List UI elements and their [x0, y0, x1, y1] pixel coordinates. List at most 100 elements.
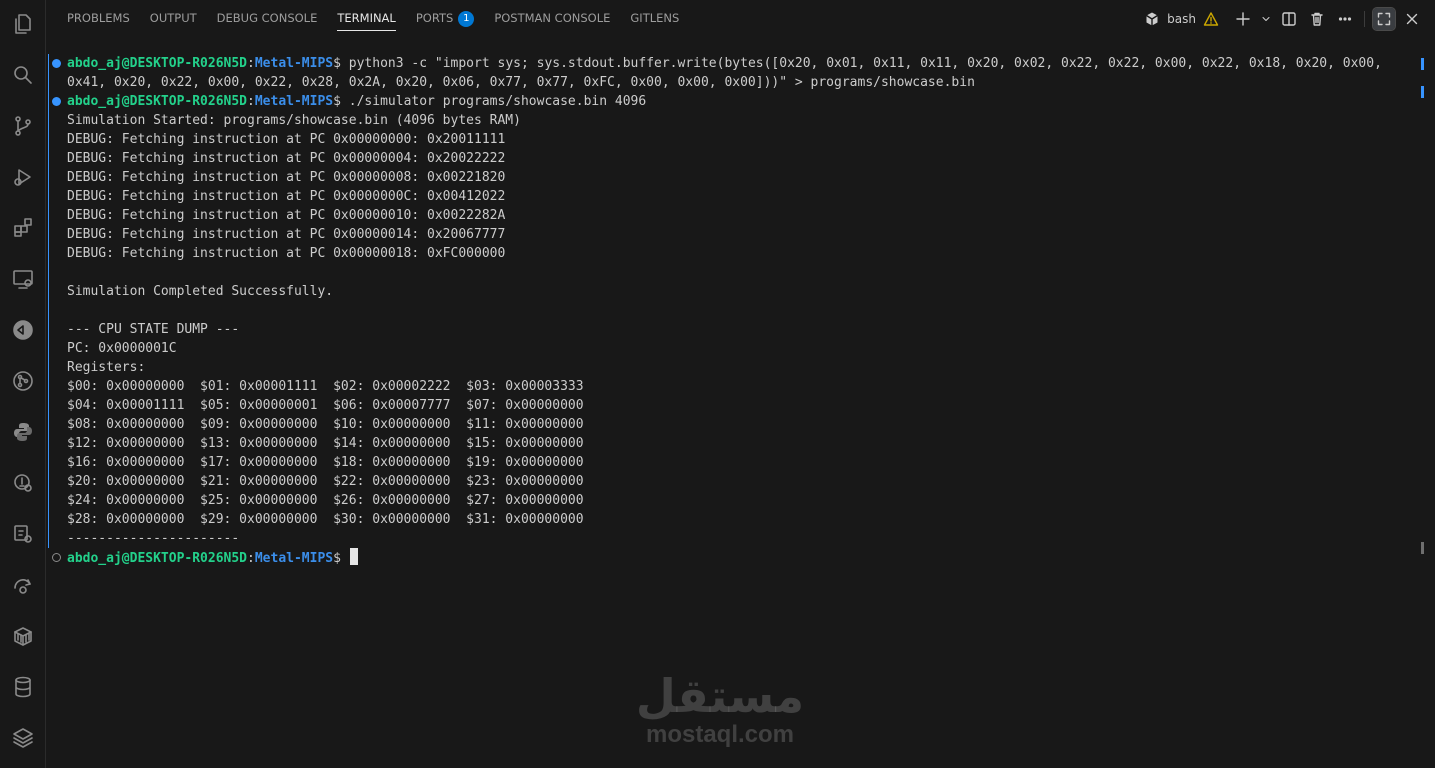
- more-actions-icon[interactable]: [1334, 8, 1356, 30]
- output-line: --- CPU STATE DUMP ---: [67, 322, 240, 337]
- tab-label: PORTS: [415, 11, 454, 25]
- output-line: DEBUG: Fetching instruction at PC 0x0000…: [67, 189, 506, 204]
- git-graph-icon[interactable]: [7, 365, 39, 397]
- tab-problems[interactable]: PROBLEMS: [67, 0, 130, 37]
- scroll-marker: [1421, 58, 1424, 70]
- command-text: ./simulator programs/showcase.bin 4096: [340, 94, 647, 109]
- warning-icon[interactable]: [1200, 8, 1222, 30]
- layers-icon[interactable]: [7, 722, 39, 754]
- tab-label: POSTMAN CONSOLE: [494, 11, 611, 25]
- tab-gitlens[interactable]: GITLENS: [630, 0, 679, 37]
- chevron-down-icon[interactable]: [1260, 8, 1272, 30]
- output-line: DEBUG: Fetching instruction at PC 0x0000…: [67, 227, 506, 242]
- prompt-separator: :: [247, 551, 255, 566]
- prompt-user: abdo_aj@DESKTOP-R026N5D: [67, 94, 248, 109]
- header-separator: [1364, 10, 1365, 27]
- edge-devtools-icon[interactable]: [7, 314, 39, 346]
- output-line: $24: 0x00000000 $25: 0x00000000 $26: 0x0…: [67, 493, 584, 508]
- output-line: $04: 0x00001111 $05: 0x00000001 $06: 0x0…: [67, 398, 584, 413]
- extensions-icon[interactable]: [7, 212, 39, 244]
- close-panel-icon[interactable]: [1401, 8, 1423, 30]
- terminal-prompt-line[interactable]: abdo_aj@DESKTOP-R026N5D:Metal-MIPS$: [47, 548, 1419, 567]
- output-line: $12: 0x00000000 $13: 0x00000000 $14: 0x0…: [67, 436, 584, 451]
- remote-explorer-icon[interactable]: [7, 263, 39, 295]
- prompt-separator: :: [247, 56, 255, 71]
- split-terminal-icon[interactable]: [1278, 8, 1300, 30]
- tab-label: DEBUG CONSOLE: [216, 11, 318, 25]
- prompt-separator: :: [247, 94, 255, 109]
- command-success-decoration[interactable]: [52, 59, 61, 68]
- command-success-decoration[interactable]: [52, 97, 61, 106]
- output-line: $28: 0x00000000 $29: 0x00000000 $30: 0x0…: [67, 512, 584, 527]
- command-text-continued: 0x41, 0x20, 0x22, 0x00, 0x22, 0x28, 0x2A…: [67, 75, 975, 90]
- terminal-line: 0x41, 0x20, 0x22, 0x00, 0x22, 0x28, 0x2A…: [47, 73, 1419, 92]
- command-block: abdo_aj@DESKTOP-R026N5D:Metal-MIPS$ pyth…: [47, 54, 1419, 92]
- tab-output[interactable]: OUTPUT: [150, 0, 197, 37]
- search-icon[interactable]: [7, 59, 39, 91]
- output-line: $20: 0x00000000 $21: 0x00000000 $22: 0x0…: [67, 474, 584, 489]
- activity-bar: [0, 0, 46, 768]
- terminal-line: abdo_aj@DESKTOP-R026N5D:Metal-MIPS$ ./si…: [47, 92, 1419, 111]
- tab-postman-console[interactable]: POSTMAN CONSOLE: [494, 0, 610, 37]
- tab-terminal[interactable]: TERMINAL: [337, 0, 397, 37]
- run-debug-icon[interactable]: [7, 161, 39, 193]
- scroll-marker: [1421, 542, 1424, 554]
- tab-debug-console[interactable]: DEBUG CONSOLE: [217, 0, 318, 37]
- prompt-path: Metal-MIPS: [254, 94, 334, 109]
- output-line: $00: 0x00000000 $01: 0x00001111 $02: 0x0…: [67, 379, 584, 394]
- explorer-icon[interactable]: [7, 8, 39, 40]
- database-icon[interactable]: [7, 671, 39, 703]
- output-line: DEBUG: Fetching instruction at PC 0x0000…: [67, 170, 506, 185]
- prompt-user: abdo_aj@DESKTOP-R026N5D: [67, 551, 248, 566]
- maximize-panel-icon[interactable]: [1372, 6, 1396, 31]
- package-icon[interactable]: [7, 620, 39, 652]
- prompt-dollar: $: [333, 56, 341, 71]
- output-line: PC: 0x0000001C: [67, 341, 177, 356]
- prompt-dollar: $: [333, 551, 341, 566]
- terminal-shell-selector[interactable]: bash: [1141, 8, 1222, 30]
- tab-label: GITLENS: [630, 11, 680, 25]
- prompt-path: Metal-MIPS: [254, 551, 334, 566]
- output-line: DEBUG: Fetching instruction at PC 0x0000…: [67, 151, 506, 166]
- tab-label: OUTPUT: [149, 11, 197, 25]
- output-line: Simulation Completed Successfully.: [67, 284, 334, 299]
- tab-label: PROBLEMS: [67, 11, 130, 25]
- trash-icon[interactable]: [1306, 8, 1328, 30]
- thunder-client-icon[interactable]: [7, 569, 39, 601]
- terminal-output[interactable]: abdo_aj@DESKTOP-R026N5D:Metal-MIPS$ pyth…: [47, 54, 1419, 768]
- output-line: DEBUG: Fetching instruction at PC 0x0000…: [67, 208, 506, 223]
- output-line: ----------------------: [67, 531, 240, 546]
- output-line: DEBUG: Fetching instruction at PC 0x0000…: [67, 246, 506, 261]
- python-icon[interactable]: [7, 416, 39, 448]
- watermark-arabic: مستقل: [635, 669, 805, 723]
- output-line: DEBUG: Fetching instruction at PC 0x0000…: [67, 132, 506, 147]
- scroll-marker: [1421, 86, 1424, 98]
- prompt-path: Metal-MIPS: [254, 56, 334, 71]
- watermark-latin: mostaql.com: [645, 721, 795, 748]
- prompt-user: abdo_aj@DESKTOP-R026N5D: [67, 56, 248, 71]
- command-block: abdo_aj@DESKTOP-R026N5D:Metal-MIPS$ ./si…: [47, 92, 1419, 548]
- terminal-scrollbar[interactable]: [1419, 38, 1427, 768]
- output-line: $08: 0x00000000 $09: 0x00000000 $10: 0x0…: [67, 417, 584, 432]
- shell-name: bash: [1167, 11, 1196, 26]
- output-line: Simulation Started: programs/showcase.bi…: [67, 113, 521, 128]
- output-line: $16: 0x00000000 $17: 0x00000000 $18: 0x0…: [67, 455, 584, 470]
- ports-count-badge: 1: [458, 10, 475, 27]
- container-icon[interactable]: [7, 467, 39, 499]
- prompt-dollar: $: [333, 94, 341, 109]
- terminal-line: abdo_aj@DESKTOP-R026N5D:Metal-MIPS$ pyth…: [47, 54, 1419, 73]
- terminal-actions: bash: [1141, 0, 1423, 37]
- command-pending-decoration[interactable]: [52, 553, 61, 562]
- output-line: Registers:: [67, 360, 146, 375]
- source-control-icon[interactable]: [7, 110, 39, 142]
- test-icon[interactable]: [7, 518, 39, 550]
- new-terminal-icon[interactable]: [1232, 8, 1254, 30]
- terminal-cursor: [349, 548, 358, 565]
- command-text: python3 -c "import sys; sys.stdout.buffe…: [340, 56, 1382, 71]
- tab-ports[interactable]: PORTS 1: [415, 0, 475, 37]
- tab-label: TERMINAL: [337, 11, 396, 25]
- watermark-logo: مستقل mostaql.com: [620, 670, 820, 748]
- bash-shell-icon: [1141, 8, 1163, 30]
